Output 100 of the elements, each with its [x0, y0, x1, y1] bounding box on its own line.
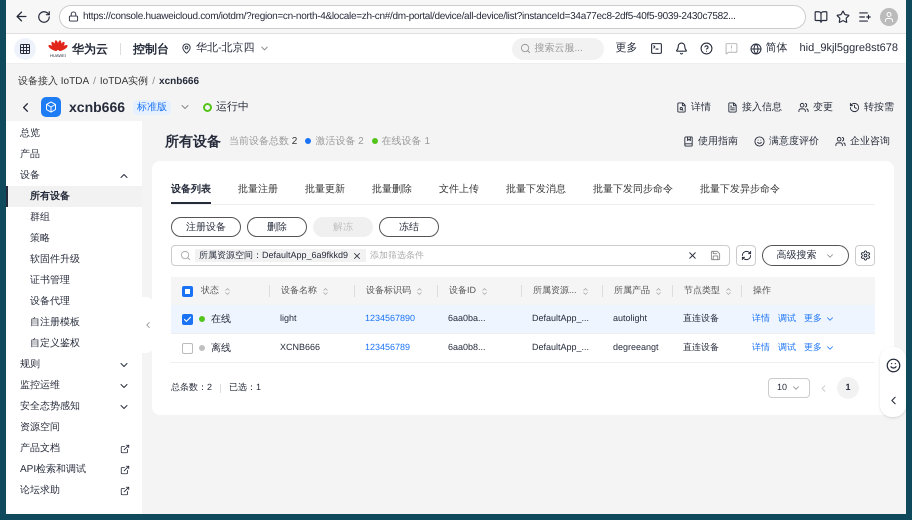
sidebar-subitem[interactable]: 设备代理: [6, 291, 142, 312]
bell-icon[interactable]: [674, 42, 688, 55]
settings-icon: [860, 250, 870, 261]
sidebar-item[interactable]: 设备: [6, 165, 142, 186]
external-link-icon: [120, 464, 130, 474]
filter-tag: 所属资源空间：DefaultApp_6a9fkkd9: [195, 248, 366, 262]
refresh-button[interactable]: [736, 245, 756, 266]
sidebar-subitem[interactable]: 所有设备: [6, 186, 142, 207]
region-selector[interactable]: 华北-北京四: [181, 40, 270, 57]
sidebar-subitem[interactable]: 软固件升级: [6, 249, 142, 270]
language-selector[interactable]: 简体: [750, 40, 788, 57]
save-icon[interactable]: [710, 250, 721, 261]
help-link[interactable]: 企业咨询: [835, 134, 890, 148]
help-icon[interactable]: [700, 42, 713, 55]
row-action-link[interactable]: 调试: [778, 341, 796, 355]
back-icon[interactable]: [14, 9, 29, 24]
favorite-icon[interactable]: [836, 10, 850, 24]
sidebar-item[interactable]: 产品: [6, 144, 142, 165]
sidebar-item[interactable]: 规则: [6, 354, 142, 375]
users-icon: [798, 102, 809, 112]
sidebar-item[interactable]: 产品文档: [6, 438, 142, 459]
sidebar-subitem[interactable]: 自注册模板: [6, 312, 142, 333]
toolbar-button[interactable]: 冻结: [379, 217, 439, 237]
address-bar[interactable]: https://console.huaweicloud.com/iotdm/?region=cn-north-4&locale=zh-cn#/dm-portal/device/all-device/list?instanceId=34a77ec8-2df5-40f5-9039-2430c7582...: [59, 4, 806, 28]
table-row[interactable]: 在线 light 1234567890 6aa0ba... DefaultApp_... autolight 直连设备 详情 调试 更多: [171, 305, 875, 334]
column-header: 设备标识码: [366, 284, 411, 298]
smiley-icon[interactable]: [886, 358, 900, 372]
reader-icon[interactable]: [814, 10, 828, 24]
breadcrumb-item[interactable]: IoTDA实例: [100, 74, 148, 89]
clear-icon[interactable]: [687, 250, 698, 261]
reload-icon[interactable]: [37, 10, 51, 24]
advanced-search-button[interactable]: 高级搜索: [762, 245, 849, 266]
header-action[interactable]: 转按需: [849, 100, 894, 114]
tab[interactable]: 批量注册: [238, 177, 278, 204]
filter-field[interactable]: 所属资源空间：DefaultApp_6a9fkkd9 添加筛选条件: [171, 245, 730, 266]
search-doc-icon: [676, 102, 687, 112]
more-link[interactable]: 更多: [616, 40, 638, 57]
page-button[interactable]: 1: [837, 377, 859, 399]
terminal-icon[interactable]: [650, 42, 663, 55]
table-cell-text: 6aa0ba...: [447, 312, 487, 326]
row-action-link[interactable]: 更多: [804, 312, 835, 326]
toolbar-button[interactable]: 注册设备: [171, 217, 241, 237]
username[interactable]: hid_9kjl5ggre8st678: [800, 40, 898, 57]
device-code-link[interactable]: 123456789: [354, 341, 437, 355]
apps-menu-button[interactable]: [14, 38, 36, 60]
tab[interactable]: 批量下发同步命令: [593, 177, 673, 204]
select-all-checkbox[interactable]: [182, 286, 193, 296]
row-action-link[interactable]: 详情: [752, 341, 770, 355]
breadcrumb-separator: /: [93, 75, 96, 89]
table-cell-text: 直连设备: [682, 341, 720, 354]
settings-button[interactable]: [855, 245, 875, 266]
stat-label: 在线设备 1: [382, 134, 430, 148]
header-action[interactable]: 接入信息: [727, 100, 782, 114]
device-code-link[interactable]: 1234567890: [354, 312, 437, 326]
smiley-icon: [754, 136, 765, 146]
breadcrumb-item[interactable]: 设备接入 IoTDA: [18, 74, 90, 89]
check-icon: [183, 314, 192, 324]
tab[interactable]: 文件上传: [439, 177, 479, 204]
instance-status: 运行中: [216, 100, 250, 115]
sidebar-item[interactable]: API检索和调试: [6, 459, 142, 480]
person-icon: [883, 10, 895, 22]
page-size-select[interactable]: 10: [768, 378, 810, 398]
sidebar-item[interactable]: 安全态势感知: [6, 396, 142, 417]
column-header: 所属资源...: [533, 284, 577, 298]
instance-icon: [41, 97, 61, 117]
row-action-link[interactable]: 更多: [804, 341, 835, 355]
header-action[interactable]: 变更: [798, 100, 833, 114]
column-header: 节点类型: [684, 284, 720, 298]
row-action-link[interactable]: 详情: [752, 312, 770, 326]
sidebar-item[interactable]: 总览: [6, 123, 142, 144]
remove-icon[interactable]: [352, 250, 362, 260]
book-icon: [683, 136, 694, 146]
toolbar-button[interactable]: 删除: [247, 217, 307, 237]
row-action-link[interactable]: 调试: [778, 312, 796, 326]
tab[interactable]: 批量下发异步命令: [700, 177, 780, 204]
help-link[interactable]: 满意度评价: [754, 134, 819, 148]
tab[interactable]: 设备列表: [171, 177, 211, 204]
search-icon: [180, 250, 191, 261]
instance-name: xcnb666: [69, 98, 126, 116]
selected-count: 已选：1: [229, 381, 262, 394]
row-checkbox[interactable]: [182, 342, 193, 354]
sidebar-subitem[interactable]: 证书管理: [6, 270, 142, 291]
sidebar-item[interactable]: 资源空间: [6, 417, 142, 438]
tab[interactable]: 批量下发消息: [506, 177, 566, 204]
table-cell-text: 6aa0b8...: [447, 341, 487, 354]
console-link[interactable]: 控制台: [133, 40, 169, 58]
help-link[interactable]: 使用指南: [683, 134, 738, 148]
tab[interactable]: 批量更新: [305, 177, 345, 204]
column-header: 操作: [753, 284, 771, 298]
header-action[interactable]: 详情: [676, 100, 711, 114]
sidebar-subitem[interactable]: 群组: [6, 207, 142, 228]
sidebar-item[interactable]: 监控运维: [6, 375, 142, 396]
row-checkbox[interactable]: [182, 314, 193, 324]
sidebar-item[interactable]: 论坛求助: [6, 480, 142, 501]
external-link-icon: [120, 444, 130, 454]
tab[interactable]: 批量删除: [372, 177, 412, 204]
favorites-list-icon[interactable]: [858, 10, 872, 24]
sidebar-subitem[interactable]: 策略: [6, 228, 142, 249]
stat-label: 激活设备 2: [315, 134, 364, 148]
sidebar-subitem[interactable]: 自定义鉴权: [6, 333, 142, 354]
